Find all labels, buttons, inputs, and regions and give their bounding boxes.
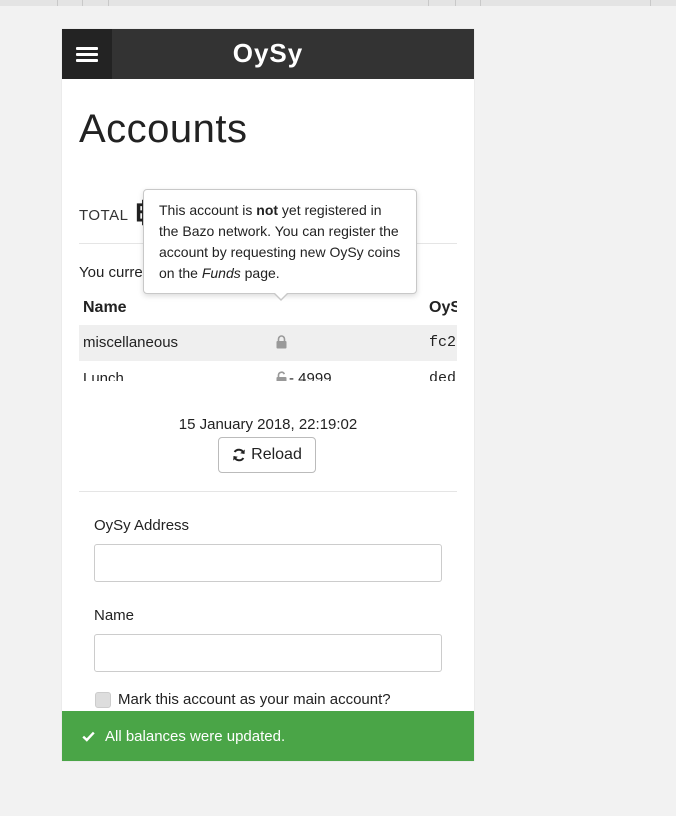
- strip-divider: [650, 0, 651, 6]
- registration-tooltip: This account is not yet registered in th…: [143, 189, 417, 294]
- tooltip-emphasis: not: [256, 202, 279, 218]
- account-address: fc2: [429, 334, 457, 351]
- account-balance: - 4999: [289, 370, 332, 381]
- account-address: ded: [429, 370, 457, 381]
- header-name: Name: [83, 299, 127, 316]
- browser-top-strip: [0, 0, 676, 6]
- strip-divider: [480, 0, 481, 6]
- strip-divider: [82, 0, 83, 6]
- lock-icon[interactable]: [276, 333, 287, 350]
- tooltip-text-1: This account is: [159, 202, 257, 218]
- toast-message: All balances were updated.: [105, 727, 286, 745]
- check-icon: [82, 731, 95, 742]
- strip-divider: [428, 0, 429, 6]
- address-label: OySy Address: [94, 517, 190, 534]
- total-label: TOTAL: [79, 207, 129, 224]
- name-input[interactable]: [94, 634, 442, 672]
- header-address: OyS: [429, 299, 457, 316]
- accounts-table: Name OyS miscellaneous fc2 Lunch - 4999 …: [79, 293, 457, 381]
- page-title: Accounts: [79, 107, 248, 151]
- tooltip-text-3: page.: [240, 265, 280, 281]
- tooltip-arrow-fill: [274, 292, 288, 299]
- name-label: Name: [94, 607, 135, 624]
- last-updated-timestamp: 15 January 2018, 22:19:02: [178, 416, 358, 433]
- menu-button[interactable]: [62, 29, 112, 79]
- navbar: OySy: [62, 29, 474, 79]
- table-row[interactable]: miscellaneous fc2: [79, 325, 457, 361]
- success-toast: All balances were updated.: [62, 711, 474, 761]
- funds-page-reference: Funds: [201, 265, 241, 281]
- refresh-icon: [233, 448, 245, 462]
- app-frame: OySy Accounts TOTAL ฿ 4999 You curre Nam…: [62, 29, 474, 761]
- account-name: miscellaneous: [83, 334, 179, 351]
- main-account-label[interactable]: Mark this account as your main account?: [118, 691, 391, 708]
- table-row[interactable]: Lunch - 4999 ded: [79, 361, 457, 381]
- unlock-icon[interactable]: [276, 369, 287, 381]
- main-account-checkbox[interactable]: [95, 692, 111, 708]
- reload-label: Reload: [251, 446, 302, 463]
- brand-title[interactable]: OySy: [112, 29, 474, 79]
- strip-divider: [108, 0, 109, 6]
- address-input[interactable]: [94, 544, 442, 582]
- strip-divider: [455, 0, 456, 6]
- account-name: Lunch: [83, 370, 124, 381]
- divider: [79, 491, 457, 492]
- hamburger-icon: [76, 44, 98, 65]
- reload-button[interactable]: Reload: [218, 437, 316, 473]
- strip-divider: [57, 0, 58, 6]
